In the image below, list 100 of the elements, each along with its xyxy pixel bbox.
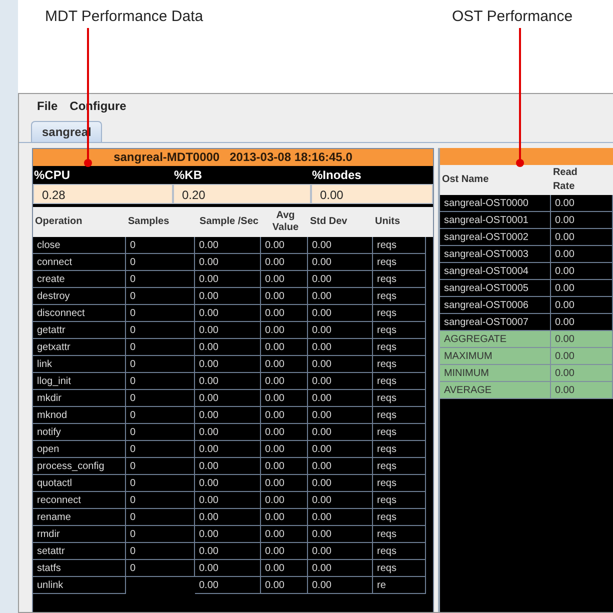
table-cell: reqs bbox=[373, 475, 426, 492]
table-cell: 0.00 bbox=[195, 254, 261, 271]
table-cell: reqs bbox=[373, 424, 426, 441]
table-cell: 0.00 bbox=[308, 305, 373, 322]
table-cell: 0.00 bbox=[261, 271, 308, 288]
table-cell: destroy bbox=[33, 288, 126, 305]
table-cell: reqs bbox=[373, 441, 426, 458]
table-cell: reqs bbox=[373, 543, 426, 560]
table-cell: 0.00 bbox=[550, 212, 613, 229]
table-cell: 0.00 bbox=[308, 373, 373, 390]
table-cell: 0.00 bbox=[261, 339, 308, 356]
table-cell: 0.00 bbox=[261, 288, 308, 305]
table-cell: 0 bbox=[126, 407, 195, 424]
table-cell: 0.00 bbox=[195, 458, 261, 475]
table-cell: 0.00 bbox=[261, 254, 308, 271]
table-cell: 0.00 bbox=[308, 288, 373, 305]
column-header[interactable]: Units bbox=[373, 207, 426, 237]
table-cell: reqs bbox=[373, 492, 426, 509]
table-cell: 0.00 bbox=[195, 526, 261, 543]
table-cell: 0 bbox=[126, 237, 195, 254]
table-cell: 0 bbox=[126, 424, 195, 441]
table-cell: mknod bbox=[33, 407, 126, 424]
table-cell: sangreal-OST0001 bbox=[440, 212, 551, 229]
table-cell: 0 bbox=[126, 441, 195, 458]
column-header[interactable]: Std Dev bbox=[308, 207, 373, 237]
table-cell: statfs bbox=[33, 560, 126, 577]
table-cell: create bbox=[33, 271, 126, 288]
table-cell: 0.00 bbox=[308, 560, 373, 577]
table-cell: reqs bbox=[373, 407, 426, 424]
table-cell: 0.00 bbox=[261, 441, 308, 458]
table-cell: reqs bbox=[373, 373, 426, 390]
table-cell: MINIMUM bbox=[440, 365, 551, 382]
table-cell: mkdir bbox=[33, 390, 126, 407]
table-cell: 0.00 bbox=[550, 382, 613, 399]
table-cell: 0.00 bbox=[308, 356, 373, 373]
table-cell: notify bbox=[33, 424, 126, 441]
column-header[interactable]: Samples bbox=[126, 207, 195, 237]
column-header[interactable]: Sample /Sec bbox=[195, 207, 261, 237]
column-header[interactable]: Ost Name bbox=[440, 165, 489, 195]
column-header[interactable]: Read Rate bbox=[550, 165, 583, 195]
table-cell: sangreal-OST0003 bbox=[440, 246, 551, 263]
table-cell: 0.00 bbox=[308, 322, 373, 339]
table-cell: getxattr bbox=[33, 339, 126, 356]
table-cell: reqs bbox=[373, 288, 426, 305]
metric-label: %Inodes bbox=[311, 167, 362, 184]
table-cell: 0 bbox=[126, 509, 195, 526]
table-cell: 0.00 bbox=[261, 305, 308, 322]
column-header[interactable]: Operation bbox=[33, 207, 126, 237]
metric-value: 0.20 bbox=[173, 184, 311, 204]
table-cell: 0.00 bbox=[308, 237, 373, 254]
table-cell: 0 bbox=[126, 543, 195, 560]
table-cell: 0.00 bbox=[550, 229, 613, 246]
table-cell: reqs bbox=[373, 305, 426, 322]
metric-label: %KB bbox=[173, 167, 204, 184]
table-cell: 0 bbox=[126, 492, 195, 509]
table-cell: 0.00 bbox=[195, 390, 261, 407]
table-cell: 0.00 bbox=[195, 373, 261, 390]
table-cell: 0.00 bbox=[308, 475, 373, 492]
table-cell: 0.00 bbox=[261, 475, 308, 492]
table-cell: sangreal-OST0004 bbox=[440, 263, 551, 280]
table-cell: open bbox=[33, 441, 126, 458]
table-cell: 0 bbox=[126, 458, 195, 475]
column-header[interactable]: Avg Value bbox=[261, 207, 308, 237]
table-cell: 0.00 bbox=[195, 560, 261, 577]
table-cell: 0.00 bbox=[550, 195, 613, 212]
table-cell: 0.00 bbox=[308, 492, 373, 509]
table-cell: 0.00 bbox=[195, 322, 261, 339]
table-cell: reqs bbox=[373, 356, 426, 373]
table-cell: 0.00 bbox=[261, 560, 308, 577]
table-cell: 0.00 bbox=[308, 509, 373, 526]
table-cell: AGGREGATE bbox=[440, 331, 551, 348]
table-cell: reqs bbox=[373, 458, 426, 475]
table-cell: 0.00 bbox=[195, 407, 261, 424]
table-cell: quotactl bbox=[33, 475, 126, 492]
table-cell: AVERAGE bbox=[440, 382, 551, 399]
table-cell: 0.00 bbox=[550, 331, 613, 348]
table-cell: 0 bbox=[126, 271, 195, 288]
table-cell: reqs bbox=[373, 254, 426, 271]
table-cell: 0.00 bbox=[195, 543, 261, 560]
table-cell: 0.00 bbox=[308, 407, 373, 424]
table-cell: 0.00 bbox=[195, 492, 261, 509]
table-cell: 0 bbox=[126, 560, 195, 577]
table-cell: rmdir bbox=[33, 526, 126, 543]
table-cell: 0.00 bbox=[308, 390, 373, 407]
table-cell: 0.00 bbox=[550, 297, 613, 314]
table-cell: 0.00 bbox=[261, 390, 308, 407]
table-cell: 0.00 bbox=[195, 237, 261, 254]
table-cell: 0.00 bbox=[550, 365, 613, 382]
table-cell: 0.00 bbox=[195, 424, 261, 441]
table-cell: 0.00 bbox=[550, 280, 613, 297]
table-cell: sangreal-OST0006 bbox=[440, 297, 551, 314]
table-cell: 0.00 bbox=[308, 339, 373, 356]
panel-title: sangreal-MDT0000 2013-03-08 18:16:45.0 bbox=[33, 149, 433, 166]
table-cell: 0.00 bbox=[261, 322, 308, 339]
table-cell: 0.00 bbox=[195, 509, 261, 526]
table-cell: 0.00 bbox=[261, 526, 308, 543]
metric-label: %CPU bbox=[33, 167, 72, 184]
table-cell: 0.00 bbox=[195, 339, 261, 356]
menu-item[interactable]: File bbox=[35, 99, 60, 113]
table-cell: 0.00 bbox=[261, 492, 308, 509]
